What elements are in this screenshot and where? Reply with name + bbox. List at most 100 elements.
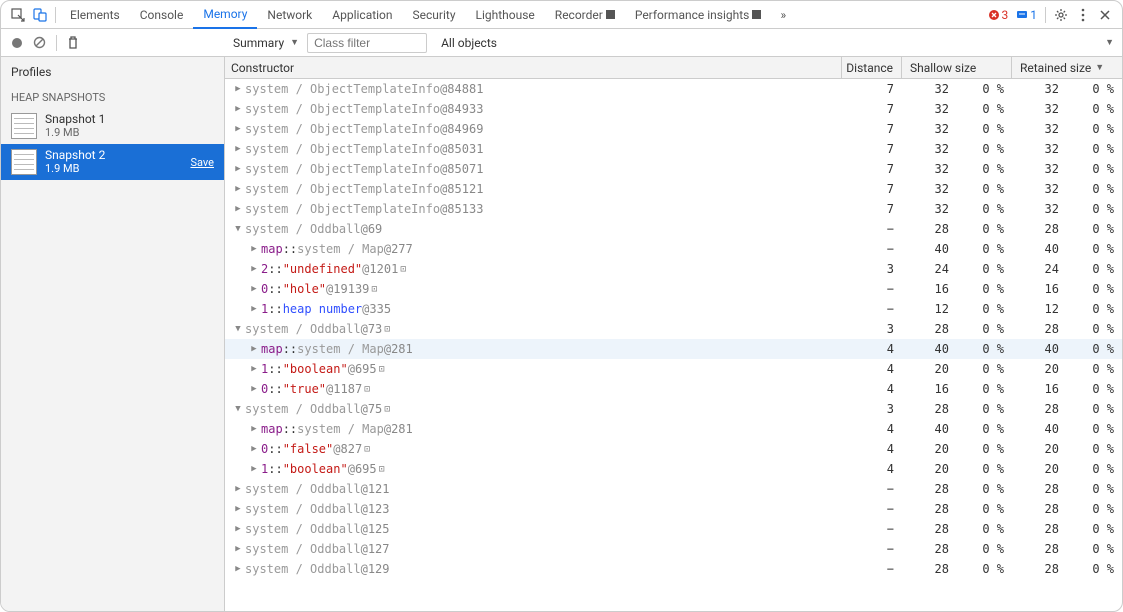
profiles-heading: Profiles [1,57,224,87]
expand-closed-icon[interactable]: ▶ [233,544,243,554]
save-link[interactable]: Save [190,156,214,169]
table-row[interactable]: ▶map :: system / Map @2814400 %400 % [225,339,1122,359]
table-row[interactable]: ▶system / Oddball @125−280 %280 % [225,519,1122,539]
table-row[interactable]: ▶0 :: "true" @1187⊡4160 %160 % [225,379,1122,399]
table-row[interactable]: ▶map :: system / Map @2814400 %400 % [225,419,1122,439]
table-row[interactable]: ▶system / Oddball @123−280 %280 % [225,499,1122,519]
expand-closed-icon[interactable]: ▶ [249,464,259,474]
retained-cell: 200 % [1012,462,1122,476]
tab-application[interactable]: Application [322,1,402,29]
expand-closed-icon[interactable]: ▶ [233,144,243,154]
class-filter-input[interactable] [307,33,427,53]
expand-closed-icon[interactable]: ▶ [249,424,259,434]
expand-closed-icon[interactable]: ▶ [233,84,243,94]
expand-open-icon[interactable]: ▼ [233,404,243,414]
expand-closed-icon[interactable]: ▶ [233,204,243,214]
retained-cell: 280 % [1012,502,1122,516]
expand-closed-icon[interactable]: ▶ [233,124,243,134]
table-row[interactable]: ▼system / Oddball @69−280 %280 % [225,219,1122,239]
table-row[interactable]: ▶system / ObjectTemplateInfo @851337320 … [225,199,1122,219]
shallow-cell: 320 % [902,102,1012,116]
table-row[interactable]: ▶0 :: "hole" @19139⊡−160 %160 % [225,279,1122,299]
table-row[interactable]: ▶system / ObjectTemplateInfo @848817320 … [225,79,1122,99]
tab-performance[interactable]: Performance insights [625,1,772,29]
distance-cell: − [842,242,902,256]
table-body[interactable]: ▶system / ObjectTemplateInfo @848817320 … [225,79,1122,611]
col-retained[interactable]: Retained size▼ [1012,57,1122,78]
table-row[interactable]: ▶1 :: "boolean" @695⊡4200 %200 % [225,459,1122,479]
table-row[interactable]: ▶system / ObjectTemplateInfo @849337320 … [225,99,1122,119]
table-row[interactable]: ▶system / Oddball @121−280 %280 % [225,479,1122,499]
chevron-down-icon: ▼ [290,37,299,48]
inspect-icon[interactable] [7,8,29,22]
shallow-cell: 280 % [902,542,1012,556]
trash-icon[interactable] [67,36,79,49]
expand-closed-icon[interactable]: ▶ [233,104,243,114]
snapshot-item[interactable]: Snapshot 21.9 MB Save [1,144,224,180]
expand-closed-icon[interactable]: ▶ [249,264,259,274]
expand-closed-icon[interactable]: ▶ [233,564,243,574]
table-row[interactable]: ▶map :: system / Map @277−400 %400 % [225,239,1122,259]
table-row[interactable]: ▶system / Oddball @129−280 %280 % [225,559,1122,579]
retained-cell: 320 % [1012,142,1122,156]
expand-closed-icon[interactable]: ▶ [249,384,259,394]
clear-icon[interactable] [33,36,46,49]
gear-icon[interactable] [1050,8,1072,22]
table-row[interactable]: ▶system / Oddball @127−280 %280 % [225,539,1122,559]
record-icon[interactable] [11,37,23,49]
kebab-menu-icon[interactable] [1072,8,1094,22]
table-row[interactable]: ▶system / ObjectTemplateInfo @850317320 … [225,139,1122,159]
table-row[interactable]: ▶system / ObjectTemplateInfo @850717320 … [225,159,1122,179]
shallow-cell: 200 % [902,362,1012,376]
expand-open-icon[interactable]: ▼ [233,324,243,334]
tab-lighthouse[interactable]: Lighthouse [466,1,545,29]
shallow-cell: 160 % [902,382,1012,396]
error-badge[interactable]: 3 [984,8,1013,22]
distance-cell: − [842,482,902,496]
message-badge[interactable]: 1 [1012,8,1041,22]
tab-memory[interactable]: Memory [193,1,257,29]
table-row[interactable]: ▼system / Oddball @75⊡3280 %280 % [225,399,1122,419]
shallow-cell: 200 % [902,462,1012,476]
table-row[interactable]: ▶2 :: "undefined" @1201⊡3240 %240 % [225,259,1122,279]
expand-closed-icon[interactable]: ▶ [233,504,243,514]
expand-closed-icon[interactable]: ▶ [249,284,259,294]
table-row[interactable]: ▶0 :: "false" @827⊡4200 %200 % [225,439,1122,459]
table-row[interactable]: ▶system / ObjectTemplateInfo @851217320 … [225,179,1122,199]
col-distance[interactable]: Distance [842,57,902,78]
table-row[interactable]: ▶1 :: "boolean" @695⊡4200 %200 % [225,359,1122,379]
retained-cell: 320 % [1012,162,1122,176]
device-toggle-icon[interactable] [29,8,51,22]
expand-open-icon[interactable]: ▼ [233,224,243,234]
distance-cell: 4 [842,342,902,356]
col-constructor[interactable]: Constructor [225,57,842,78]
tab-recorder[interactable]: Recorder [545,1,625,29]
tab-console[interactable]: Console [130,1,194,29]
expand-closed-icon[interactable]: ▶ [233,524,243,534]
objects-select[interactable]: All objects▼ [433,33,1122,53]
expand-closed-icon[interactable]: ▶ [233,184,243,194]
expand-closed-icon[interactable]: ▶ [233,164,243,174]
snapshot-name: Snapshot 2 [45,148,105,162]
more-tabs-icon[interactable]: » [771,8,795,22]
view-select[interactable]: Summary▼ [225,33,307,53]
expand-closed-icon[interactable]: ▶ [233,484,243,494]
distance-cell: 7 [842,102,902,116]
expand-closed-icon[interactable]: ▶ [249,304,259,314]
tab-network[interactable]: Network [257,1,322,29]
expand-closed-icon[interactable]: ▶ [249,364,259,374]
col-shallow[interactable]: Shallow size [902,57,1012,78]
close-icon[interactable] [1094,9,1116,21]
table-row[interactable]: ▶system / ObjectTemplateInfo @849697320 … [225,119,1122,139]
table-header: Constructor Distance Shallow size Retain… [225,57,1122,79]
expand-closed-icon[interactable]: ▶ [249,344,259,354]
retained-cell: 280 % [1012,402,1122,416]
shallow-cell: 320 % [902,162,1012,176]
expand-closed-icon[interactable]: ▶ [249,244,259,254]
table-row[interactable]: ▶1 :: heap number @335−120 %120 % [225,299,1122,319]
tab-elements[interactable]: Elements [60,1,130,29]
snapshot-item[interactable]: Snapshot 11.9 MB [1,108,224,144]
table-row[interactable]: ▼system / Oddball @73⊡3280 %280 % [225,319,1122,339]
expand-closed-icon[interactable]: ▶ [249,444,259,454]
tab-security[interactable]: Security [403,1,466,29]
